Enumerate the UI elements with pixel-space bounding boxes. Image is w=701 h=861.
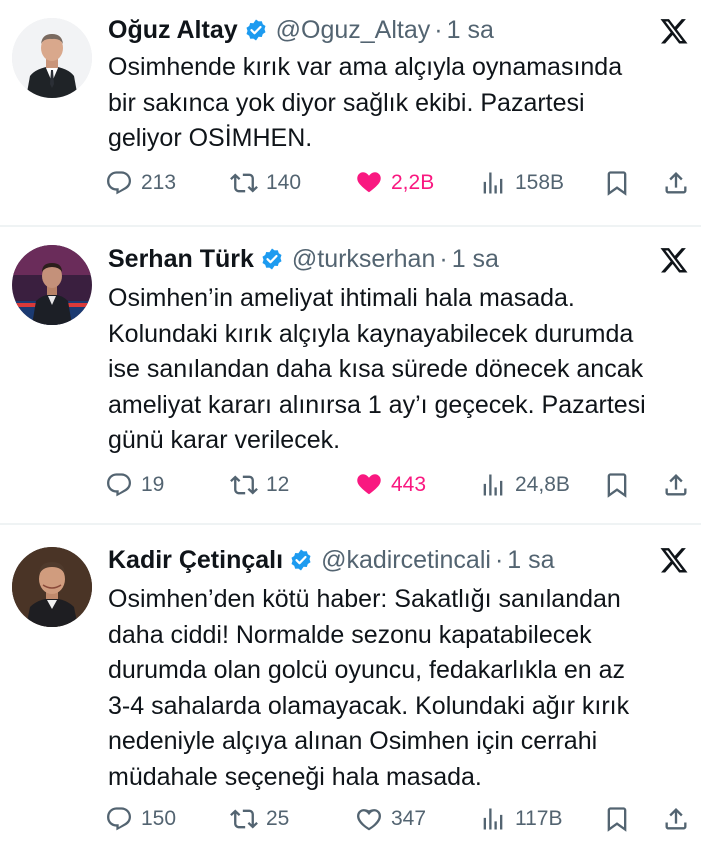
tweet-header: Serhan Türk @turkserhan · 1 sa (108, 243, 499, 275)
share-button[interactable] (662, 166, 690, 200)
avatar[interactable] (12, 245, 92, 325)
tweet-text: Osimhen’in ameliyat ihtimali hala masada… (108, 284, 646, 454)
separator-dot: · (494, 545, 504, 574)
timestamp[interactable]: 1 sa (452, 245, 499, 274)
reply-count: 19 (141, 473, 165, 496)
views-chart-icon (483, 808, 503, 830)
reply-icon (107, 807, 131, 831)
tweet-header: Oğuz Altay @Oguz_Altay · 1 sa (108, 14, 494, 46)
author-name[interactable]: Kadir Çetinçalı (108, 546, 283, 575)
tweet-header: Kadir Çetinçalı @kadircetincali · 1 sa (108, 544, 555, 576)
tweet-text: Osimhen’den kötü haber: Sakatlığı sanıla… (108, 585, 630, 791)
reply-icon (107, 171, 131, 195)
tweet-actions: 19 12 443 24,8B (105, 468, 701, 502)
separator-dot: · (439, 244, 448, 273)
tweet[interactable]: Oğuz Altay @Oguz_Altay · 1 sa Osimhende … (0, 0, 701, 226)
reply-count: 213 (141, 171, 177, 194)
retweet-count: 25 (266, 807, 290, 830)
tweet[interactable]: Serhan Türk @turkserhan · 1 sa Osimhen’i… (0, 226, 701, 524)
bookmark-button[interactable] (603, 166, 631, 200)
reply-icon (107, 473, 131, 497)
views-chart-icon (483, 172, 503, 194)
retweet-button[interactable]: 25 (230, 802, 289, 836)
tweet-text: Osimhende kırık var ama alçıyla oynaması… (108, 53, 623, 152)
verified-badge-icon (260, 247, 284, 271)
x-logo-icon (658, 245, 690, 275)
author-handle[interactable]: @turkserhan (292, 245, 436, 274)
verified-badge-icon (244, 18, 268, 42)
heart-filled-icon (357, 172, 381, 193)
share-button[interactable] (662, 468, 690, 502)
retweet-icon (230, 173, 258, 193)
author-handle[interactable]: @kadircetincali (321, 546, 491, 575)
like-count: 347 (391, 807, 427, 830)
heart-filled-icon (357, 474, 381, 495)
tweet-actions: 213 140 2,2B 158B (105, 166, 701, 200)
reply-button[interactable]: 213 (105, 166, 176, 200)
retweet-count: 140 (266, 171, 302, 194)
views-button[interactable]: 24,8B (479, 468, 570, 502)
views-count: 24,8B (515, 473, 570, 496)
views-count: 158B (515, 171, 565, 194)
share-icon (665, 172, 687, 194)
like-button[interactable]: 443 (355, 468, 426, 502)
reply-count: 150 (141, 807, 177, 830)
like-button[interactable]: 2,2B (355, 166, 434, 200)
author-name[interactable]: Oğuz Altay (108, 16, 238, 45)
timestamp[interactable]: 1 sa (447, 16, 494, 45)
author-handle[interactable]: @Oguz_Altay (276, 16, 431, 45)
tweet[interactable]: Kadir Çetinçalı @kadircetincali · 1 sa O… (0, 524, 701, 861)
heart-outline-icon (357, 809, 381, 831)
like-count: 2,2B (391, 171, 435, 194)
share-button[interactable] (662, 802, 690, 836)
retweet-count: 12 (266, 473, 290, 496)
views-button[interactable]: 158B (479, 166, 564, 200)
like-button[interactable]: 347 (355, 802, 426, 836)
retweet-icon (230, 475, 258, 495)
avatar[interactable] (12, 547, 92, 627)
bookmark-icon (607, 473, 627, 498)
retweet-button[interactable]: 140 (230, 166, 301, 200)
share-icon (665, 808, 687, 830)
retweet-icon (230, 809, 258, 829)
reply-button[interactable]: 19 (105, 468, 164, 502)
bookmark-icon (607, 807, 627, 832)
share-icon (665, 474, 687, 496)
x-logo-icon (658, 545, 690, 575)
x-logo-icon (658, 16, 690, 46)
reply-button[interactable]: 150 (105, 802, 176, 836)
bookmark-icon (607, 171, 627, 196)
views-button[interactable]: 117B (479, 802, 563, 836)
avatar[interactable] (12, 18, 92, 98)
verified-badge-icon (289, 548, 313, 572)
bookmark-button[interactable] (603, 468, 631, 502)
retweet-button[interactable]: 12 (230, 468, 289, 502)
like-count: 443 (391, 473, 427, 496)
views-count: 117B (515, 807, 563, 830)
timestamp[interactable]: 1 sa (507, 546, 554, 575)
views-chart-icon (483, 474, 503, 496)
bookmark-button[interactable] (603, 802, 631, 836)
separator-dot: · (434, 15, 443, 44)
tweet-actions: 150 25 347 117B (105, 802, 701, 836)
author-name[interactable]: Serhan Türk (108, 245, 254, 274)
